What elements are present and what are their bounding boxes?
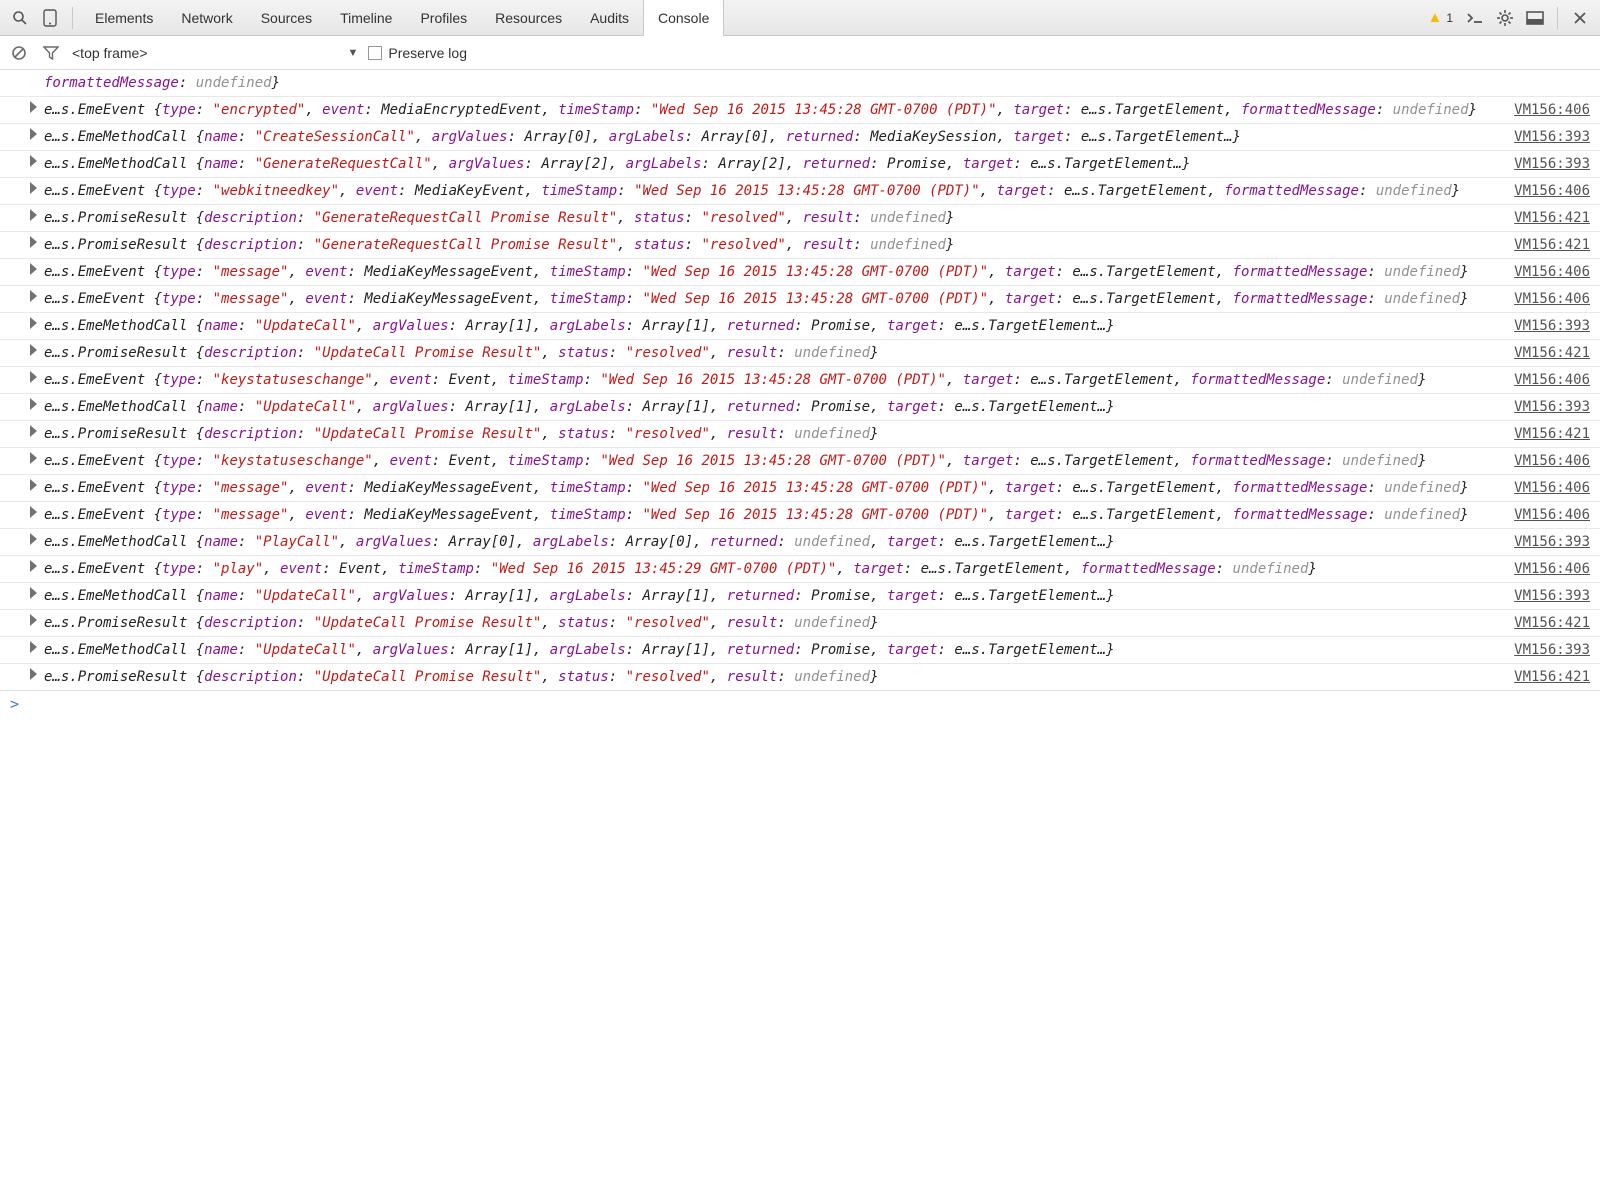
dock-icon[interactable] (1521, 4, 1549, 32)
warning-indicator[interactable]: ▲ 1 (1427, 9, 1453, 26)
source-link[interactable]: VM156:406 (1514, 261, 1590, 283)
source-link[interactable]: VM156:406 (1514, 369, 1590, 391)
expand-toggle-icon[interactable] (30, 344, 37, 356)
source-link[interactable]: VM156:406 (1514, 99, 1590, 121)
expand-toggle-icon[interactable] (30, 425, 37, 437)
tab-network[interactable]: Network (167, 0, 246, 36)
expand-toggle-icon[interactable] (30, 290, 37, 302)
log-entry: VM156:406e…s.EmeEvent {type: "webkitneed… (0, 177, 1600, 204)
source-link[interactable]: VM156:421 (1514, 207, 1590, 229)
search-icon[interactable] (6, 4, 34, 32)
source-link[interactable]: VM156:421 (1514, 612, 1590, 634)
log-entry: VM156:393e…s.EmeMethodCall {name: "Updat… (0, 312, 1600, 339)
expand-toggle-icon[interactable] (30, 479, 37, 491)
tab-profiles[interactable]: Profiles (406, 0, 481, 36)
console-log-area[interactable]: formattedMessage: undefined}VM156:406e…s… (0, 70, 1600, 1194)
chevron-down-icon: ▼ (348, 47, 359, 59)
tab-audits[interactable]: Audits (576, 0, 643, 36)
log-entry: VM156:421e…s.PromiseResult {description:… (0, 420, 1600, 447)
source-link[interactable]: VM156:406 (1514, 180, 1590, 202)
source-link[interactable]: VM156:406 (1514, 504, 1590, 526)
expand-toggle-icon[interactable] (30, 155, 37, 167)
warning-icon: ▲ (1427, 9, 1442, 26)
source-link[interactable]: VM156:421 (1514, 342, 1590, 364)
tab-timeline[interactable]: Timeline (326, 0, 406, 36)
log-entry: VM156:406e…s.EmeEvent {type: "play", eve… (0, 555, 1600, 582)
source-link[interactable]: VM156:393 (1514, 639, 1590, 661)
tab-console[interactable]: Console (643, 0, 724, 36)
expand-toggle-icon[interactable] (30, 101, 37, 113)
source-link[interactable]: VM156:393 (1514, 585, 1590, 607)
close-icon[interactable] (1566, 4, 1594, 32)
expand-toggle-icon[interactable] (30, 209, 37, 221)
filter-icon[interactable] (40, 42, 62, 64)
expand-toggle-icon[interactable] (30, 641, 37, 653)
log-entry: VM156:406e…s.EmeEvent {type: "encrypted"… (0, 96, 1600, 123)
log-entry: VM156:393e…s.EmeMethodCall {name: "Updat… (0, 582, 1600, 609)
expand-toggle-icon[interactable] (30, 371, 37, 383)
expand-toggle-icon[interactable] (30, 533, 37, 545)
console-prompt[interactable]: > (0, 690, 1600, 717)
expand-toggle-icon[interactable] (30, 506, 37, 518)
frame-selector[interactable]: <top frame> ▼ (72, 45, 358, 61)
log-entry: formattedMessage: undefined} (0, 70, 1600, 96)
preserve-log-label: Preserve log (388, 45, 467, 61)
log-entry: VM156:393e…s.EmeMethodCall {name: "Gener… (0, 150, 1600, 177)
device-icon[interactable] (36, 4, 64, 32)
source-link[interactable]: VM156:406 (1514, 558, 1590, 580)
log-entry: VM156:406e…s.EmeEvent {type: "message", … (0, 285, 1600, 312)
expand-toggle-icon[interactable] (30, 587, 37, 599)
source-link[interactable]: VM156:406 (1514, 288, 1590, 310)
log-entry: VM156:406e…s.EmeEvent {type: "message", … (0, 258, 1600, 285)
log-entry: VM156:406e…s.EmeEvent {type: "keystatuse… (0, 366, 1600, 393)
tab-elements[interactable]: Elements (81, 0, 167, 36)
divider (1557, 7, 1558, 29)
log-entry: VM156:421e…s.PromiseResult {description:… (0, 609, 1600, 636)
tab-resources[interactable]: Resources (481, 0, 576, 36)
log-entry: VM156:406e…s.EmeEvent {type: "message", … (0, 501, 1600, 528)
expand-toggle-icon[interactable] (30, 236, 37, 248)
source-link[interactable]: VM156:393 (1514, 396, 1590, 418)
tab-sources[interactable]: Sources (247, 0, 326, 36)
expand-toggle-icon[interactable] (30, 668, 37, 680)
source-link[interactable]: VM156:406 (1514, 450, 1590, 472)
clear-console-icon[interactable] (8, 42, 30, 64)
source-link[interactable]: VM156:421 (1514, 234, 1590, 256)
preserve-log-checkbox[interactable]: Preserve log (368, 45, 467, 61)
checkbox-box (368, 46, 382, 60)
expand-toggle-icon[interactable] (30, 317, 37, 329)
warning-count: 1 (1446, 11, 1453, 25)
frame-selector-label: <top frame> (72, 45, 148, 61)
log-entry: VM156:421e…s.PromiseResult {description:… (0, 231, 1600, 258)
expand-toggle-icon[interactable] (30, 128, 37, 140)
log-entry: VM156:406e…s.EmeEvent {type: "keystatuse… (0, 447, 1600, 474)
source-link[interactable]: VM156:393 (1514, 315, 1590, 337)
log-entry: VM156:421e…s.PromiseResult {description:… (0, 204, 1600, 231)
console-toolbar: <top frame> ▼ Preserve log (0, 36, 1600, 70)
source-link[interactable]: VM156:421 (1514, 666, 1590, 688)
log-entry: VM156:421e…s.PromiseResult {description:… (0, 663, 1600, 690)
expand-toggle-icon[interactable] (30, 452, 37, 464)
log-entry: VM156:393e…s.EmeMethodCall {name: "PlayC… (0, 528, 1600, 555)
log-entry: VM156:393e…s.EmeMethodCall {name: "Updat… (0, 393, 1600, 420)
expand-toggle-icon[interactable] (30, 398, 37, 410)
source-link[interactable]: VM156:406 (1514, 477, 1590, 499)
show-console-icon[interactable] (1461, 4, 1489, 32)
source-link[interactable]: VM156:393 (1514, 153, 1590, 175)
log-entry: VM156:393e…s.EmeMethodCall {name: "Creat… (0, 123, 1600, 150)
devtools-tabbar: ElementsNetworkSourcesTimelineProfilesRe… (0, 0, 1600, 36)
log-entry: VM156:393e…s.EmeMethodCall {name: "Updat… (0, 636, 1600, 663)
source-link[interactable]: VM156:393 (1514, 531, 1590, 553)
expand-toggle-icon[interactable] (30, 614, 37, 626)
source-link[interactable]: VM156:393 (1514, 126, 1590, 148)
expand-toggle-icon[interactable] (30, 560, 37, 572)
log-entry: VM156:421e…s.PromiseResult {description:… (0, 339, 1600, 366)
source-link[interactable]: VM156:421 (1514, 423, 1590, 445)
expand-toggle-icon[interactable] (30, 182, 37, 194)
divider (72, 7, 73, 29)
log-entry: VM156:406e…s.EmeEvent {type: "message", … (0, 474, 1600, 501)
settings-icon[interactable] (1491, 4, 1519, 32)
expand-toggle-icon[interactable] (30, 263, 37, 275)
